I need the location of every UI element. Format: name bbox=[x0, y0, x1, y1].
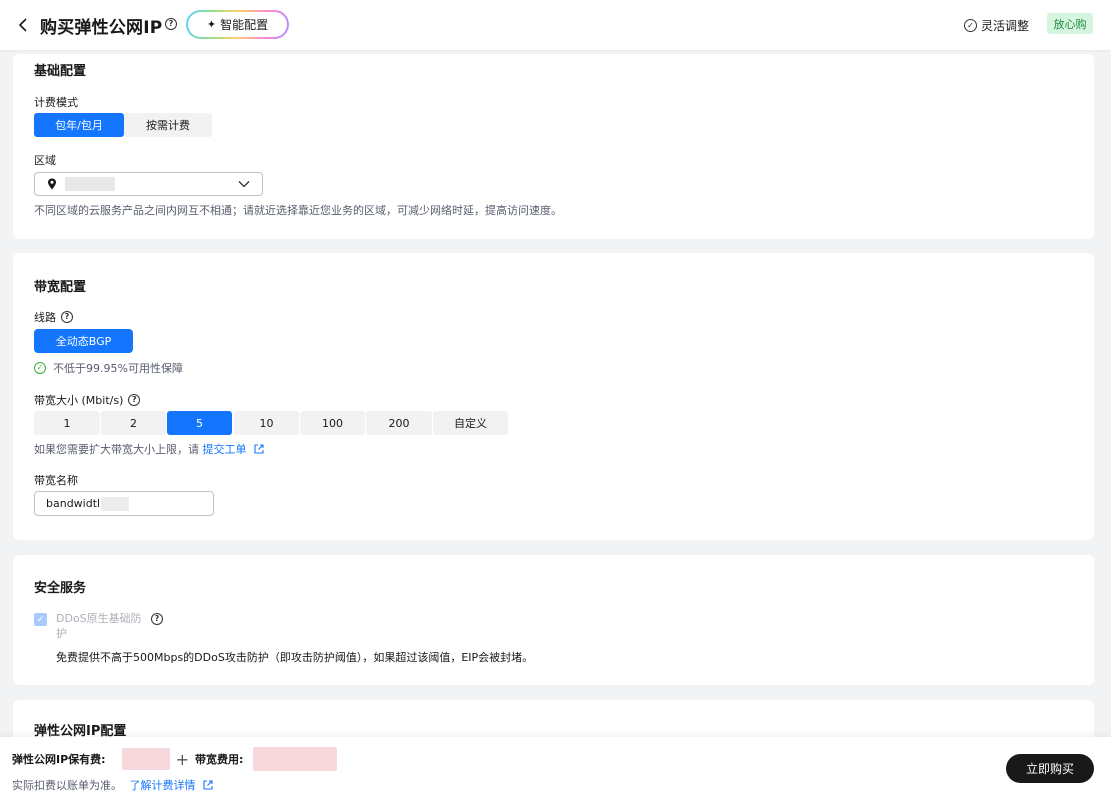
bandwidth-option-custom[interactable]: 自定义 bbox=[433, 411, 508, 435]
bandwidth-option-1[interactable]: 1 bbox=[34, 411, 100, 435]
bandwidth-size-label-text: 带宽大小 (Mbit/s) bbox=[34, 394, 124, 407]
bandwidth-name-value: bandwidtl bbox=[46, 497, 101, 510]
ddos-label: DDoS原生基础防护 bbox=[56, 612, 142, 640]
expand-hint: 如果您需要扩大带宽大小上限，请 提交工单 bbox=[34, 441, 264, 457]
check-circle-icon: ✓ bbox=[34, 362, 46, 374]
flex-adjust-link[interactable]: ✓ 灵活调整 bbox=[964, 17, 1029, 34]
section-title-security: 安全服务 bbox=[34, 581, 87, 596]
safe-purchase-badge: 放心购 bbox=[1047, 13, 1093, 34]
plus-icon: + bbox=[175, 749, 189, 769]
security-service-card: 安全服务 ✓ DDoS原生基础防护 ? 免费提供不高于500Mbps的DDoS攻… bbox=[13, 555, 1094, 685]
line-label: 线路 ? bbox=[34, 309, 73, 325]
bandwidth-option-5[interactable]: 5 bbox=[167, 411, 232, 435]
submit-ticket-link[interactable]: 提交工单 bbox=[203, 443, 265, 456]
check-circle-icon: ✓ bbox=[964, 19, 977, 32]
eip-fee-redacted bbox=[121, 748, 170, 770]
fee-row: 弹性公网IP保有费: + 带宽费用: bbox=[12, 747, 338, 771]
billing-detail-link[interactable]: 了解计费详情 bbox=[130, 779, 214, 792]
section-title-basic: 基础配置 bbox=[34, 64, 87, 79]
bandwidth-size-selector: 1 2 5 10 100 200 自定义 bbox=[34, 411, 508, 435]
bandwidth-option-100[interactable]: 100 bbox=[300, 411, 365, 435]
line-option-bgp[interactable]: 全动态BGP bbox=[34, 329, 133, 353]
ddos-description: 免费提供不高于500Mbps的DDoS攻击防护（即攻击防护阈值），如果超过该阈值… bbox=[56, 651, 534, 664]
bandwidth-option-2[interactable]: 2 bbox=[101, 411, 166, 435]
bandwidth-option-200[interactable]: 200 bbox=[366, 411, 432, 435]
expand-hint-text: 如果您需要扩大带宽大小上限，请 bbox=[34, 443, 199, 456]
submit-ticket-label: 提交工单 bbox=[202, 443, 247, 456]
billing-option-on-demand[interactable]: 按需计费 bbox=[124, 113, 212, 137]
page-title: 购买弹性公网IP bbox=[40, 18, 163, 38]
region-select[interactable] bbox=[34, 172, 263, 196]
guarantee-text: 不低于99.95%可用性保障 bbox=[53, 362, 183, 375]
region-value-redacted bbox=[65, 177, 115, 191]
flex-adjust-label: 灵活调整 bbox=[981, 19, 1030, 33]
ddos-protection-row: ✓ DDoS原生基础防护 ? bbox=[34, 611, 163, 641]
fee-note: 实际扣费以账单为准。 了解计费详情 bbox=[12, 777, 213, 793]
help-icon[interactable]: ? bbox=[61, 311, 73, 323]
name-value-redacted bbox=[101, 496, 130, 511]
billing-mode-label: 计费模式 bbox=[34, 96, 78, 109]
smart-config-label: 智能配置 bbox=[220, 18, 269, 32]
back-arrow-icon[interactable] bbox=[16, 13, 32, 37]
billing-mode-selector: 包年/包月 按需计费 bbox=[34, 113, 212, 137]
external-link-icon bbox=[254, 444, 264, 454]
bandwidth-fee-label: 带宽费用: bbox=[194, 753, 244, 766]
bandwidth-name-label: 带宽名称 bbox=[34, 474, 78, 487]
bandwidth-option-10[interactable]: 10 bbox=[234, 411, 299, 435]
fee-note-text: 实际扣费以账单为准。 bbox=[12, 779, 122, 792]
region-hint: 不同区域的云服务产品之间内网互不相通；请就近选择靠近您业务的区域，可减少网络时延… bbox=[34, 204, 562, 217]
help-icon[interactable]: ? bbox=[151, 613, 163, 625]
section-title-bandwidth: 带宽配置 bbox=[34, 280, 87, 295]
chevron-down-icon bbox=[238, 181, 250, 188]
bottom-price-bar: 弹性公网IP保有费: + 带宽费用: 实际扣费以账单为准。 了解计费详情 立即购… bbox=[0, 737, 1111, 801]
smart-config-button[interactable]: ✦ 智能配置 bbox=[186, 10, 289, 39]
buy-now-button[interactable]: 立即购买 bbox=[1006, 754, 1094, 783]
eip-fee-label: 弹性公网IP保有费: bbox=[12, 753, 106, 766]
region-label: 区域 bbox=[34, 154, 56, 167]
bandwidth-size-label: 带宽大小 (Mbit/s) ? bbox=[34, 392, 141, 408]
line-label-text: 线路 bbox=[34, 311, 56, 324]
external-link-icon bbox=[203, 780, 213, 790]
help-icon[interactable]: ? bbox=[128, 394, 141, 406]
help-icon[interactable]: ? bbox=[165, 18, 177, 30]
ddos-checkbox[interactable]: ✓ bbox=[34, 613, 47, 626]
availability-guarantee: ✓ 不低于99.95%可用性保障 bbox=[34, 360, 183, 376]
bandwidth-config-card: 带宽配置 线路 ? 全动态BGP ✓ 不低于99.95%可用性保障 带宽大小 (… bbox=[13, 253, 1094, 540]
bandwidth-name-input[interactable]: bandwidtl bbox=[34, 491, 214, 516]
sparkle-icon: ✦ bbox=[206, 18, 217, 31]
bandwidth-fee-redacted bbox=[253, 747, 338, 771]
basic-config-card: 基础配置 计费模式 包年/包月 按需计费 区域 不同区域的云服务产品之间内网互不… bbox=[13, 54, 1094, 239]
location-pin-icon bbox=[48, 178, 56, 190]
billing-option-yearly[interactable]: 包年/包月 bbox=[34, 113, 124, 137]
top-bar: 购买弹性公网IP ? ✦ 智能配置 ✓ 灵活调整 放心购 bbox=[0, 0, 1111, 50]
billing-detail-label: 了解计费详情 bbox=[129, 779, 196, 792]
